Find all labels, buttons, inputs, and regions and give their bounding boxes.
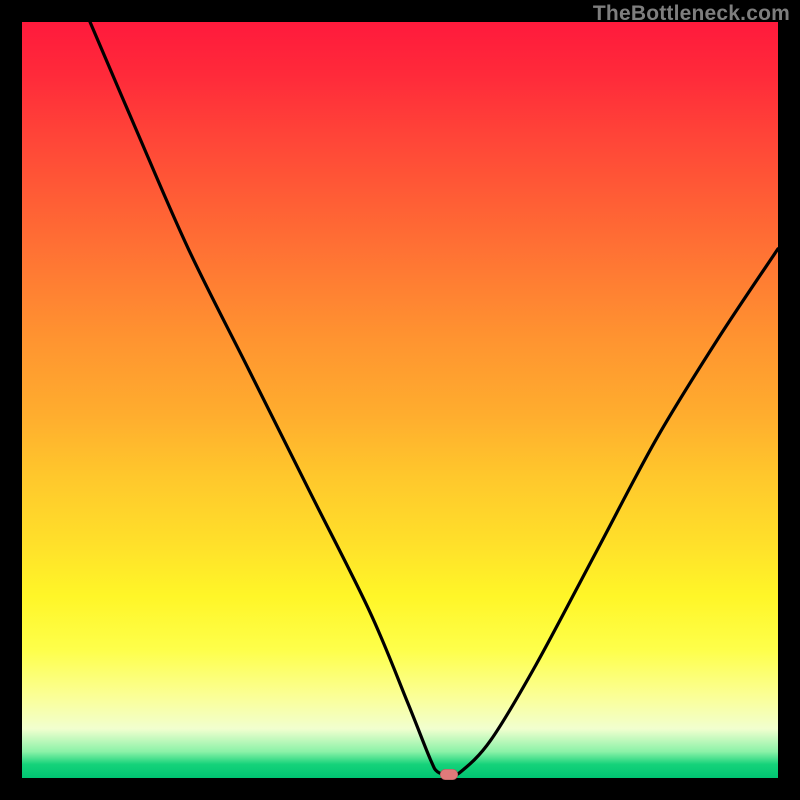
curve-path	[90, 22, 778, 775]
chart-frame: TheBottleneck.com	[0, 0, 800, 800]
plot-area	[22, 22, 778, 778]
optimal-marker	[440, 769, 458, 780]
bottleneck-curve	[22, 22, 778, 778]
